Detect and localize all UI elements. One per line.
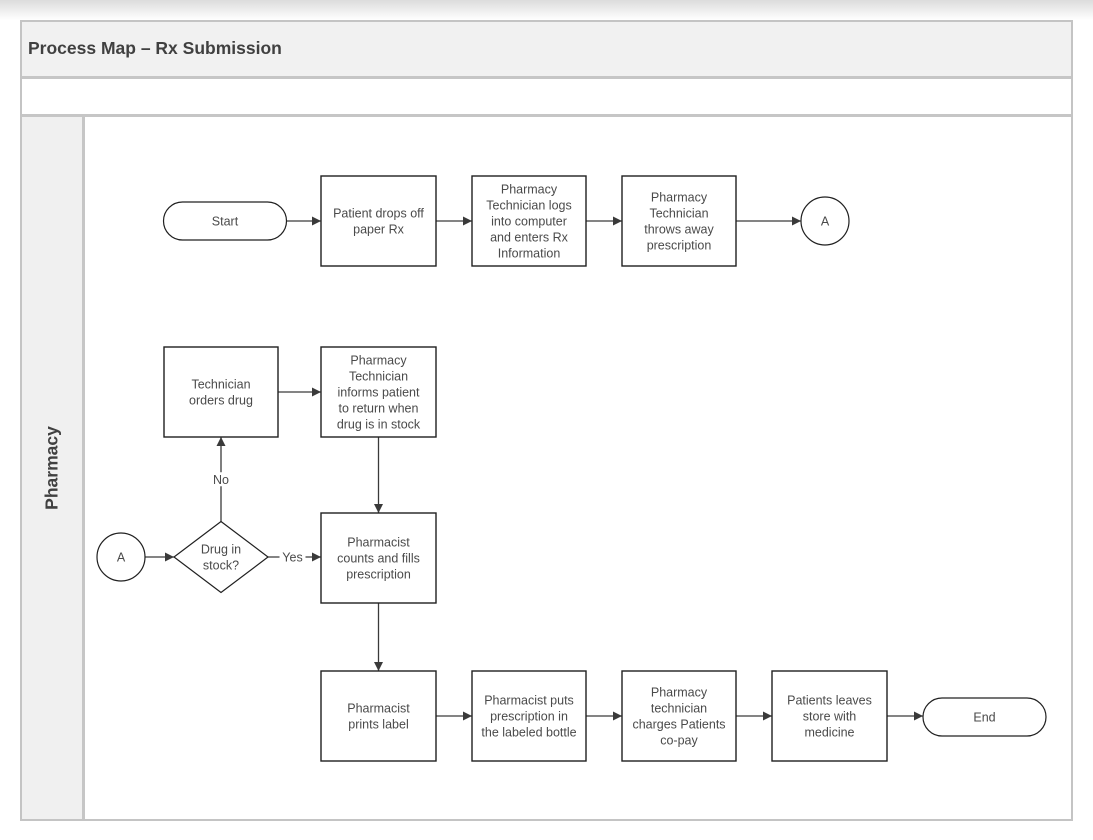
- edge-decision-to-counts: Yes: [268, 550, 321, 565]
- node-prints: Pharmacist prints label: [320, 670, 437, 762]
- node-label-line: to return when: [339, 402, 419, 416]
- node-puts: Pharmacist puts prescription in the labele…: [471, 670, 587, 762]
- process-box: [621, 175, 737, 267]
- node-label-line: Patients leaves: [787, 694, 872, 708]
- node-label-line: A: [117, 551, 126, 565]
- node-label-line: into computer: [491, 215, 567, 229]
- node-label-line: stock?: [203, 559, 239, 573]
- node-label-line: charges Patients: [632, 718, 725, 732]
- node-label-line: the labeled bottle: [481, 726, 576, 740]
- node-throws: Pharmacy Technician throws away prescriptio…: [621, 175, 737, 267]
- node-label-line: A: [821, 215, 830, 229]
- node-informs: Pharmacy Technician informs patient to retu…: [320, 346, 437, 438]
- decision-diamond: [173, 520, 269, 594]
- node-label-line: prescription: [647, 239, 712, 253]
- node-label-line: Technician: [349, 370, 408, 384]
- process-box: [621, 670, 737, 762]
- node-label-line: Information: [498, 247, 561, 261]
- node-conn-a-in: A: [96, 532, 146, 582]
- node-label-line: medicine: [804, 726, 854, 740]
- node-label-line: Start: [212, 215, 239, 229]
- node-label-line: prints label: [348, 718, 408, 732]
- node-label-line: drug is in stock: [337, 418, 421, 432]
- node-label-line: co-pay: [660, 734, 698, 748]
- node-leaves: Patients leaves store with medicine: [771, 670, 888, 762]
- edge-label: Yes: [282, 551, 302, 565]
- node-label-line: prescription in: [490, 710, 568, 724]
- node-drop: Patient drops off paper Rx: [320, 175, 437, 267]
- node-label-line: store with: [803, 710, 857, 724]
- edge-decision-to-orders: No: [212, 437, 230, 522]
- process-box: [320, 670, 437, 762]
- node-label-line: Pharmacist puts: [484, 694, 574, 708]
- node-orders: Technician orders drug: [163, 346, 279, 438]
- node-label-line: End: [973, 711, 995, 725]
- node-label-line: prescription: [346, 568, 411, 582]
- node-start: Start: [162, 201, 288, 241]
- node-label-line: Technician logs: [486, 199, 571, 213]
- node-label-line: Technician: [191, 378, 250, 392]
- node-label-line: Pharmacy: [651, 191, 708, 205]
- node-label-line: Pharmacist: [347, 702, 410, 716]
- process-box: [163, 346, 279, 438]
- node-label-line: Technician: [649, 207, 708, 221]
- nodes-layer: Start Patient drops off paper Rx Pharmacy Te…: [96, 175, 1047, 762]
- process-box: [320, 175, 437, 267]
- node-label-line: Pharmacist: [347, 536, 410, 550]
- node-label-line: Patient drops off: [333, 207, 424, 221]
- node-label-line: and enters Rx: [490, 231, 569, 245]
- node-counts: Pharmacist counts and fills prescription: [320, 512, 437, 604]
- node-label-line: Pharmacy: [501, 183, 558, 197]
- node-label-line: counts and fills: [337, 552, 420, 566]
- node-label-line: throws away: [644, 223, 714, 237]
- process-diagram: No Yes Start Patient drops off paper Rx Phar…: [96, 175, 1047, 762]
- edge-label: No: [213, 473, 229, 487]
- edges-layer: No Yes: [145, 216, 923, 721]
- node-label-line: Drug in: [201, 543, 241, 557]
- node-logs: Pharmacy Technician logs into computer and …: [471, 175, 587, 267]
- node-end: End: [922, 697, 1047, 737]
- node-conn-a-out: A: [800, 196, 850, 246]
- node-decision: Drug in stock?: [173, 520, 269, 594]
- node-label-line: technician: [651, 702, 707, 716]
- node-label-line: paper Rx: [353, 223, 404, 237]
- node-label-line: Pharmacy: [350, 354, 407, 368]
- node-label-line: orders drug: [189, 394, 253, 408]
- node-label-line: informs patient: [338, 386, 421, 400]
- node-label-line: Pharmacy: [651, 686, 708, 700]
- node-charges: Pharmacy technician charges Patients co-pay: [621, 670, 737, 762]
